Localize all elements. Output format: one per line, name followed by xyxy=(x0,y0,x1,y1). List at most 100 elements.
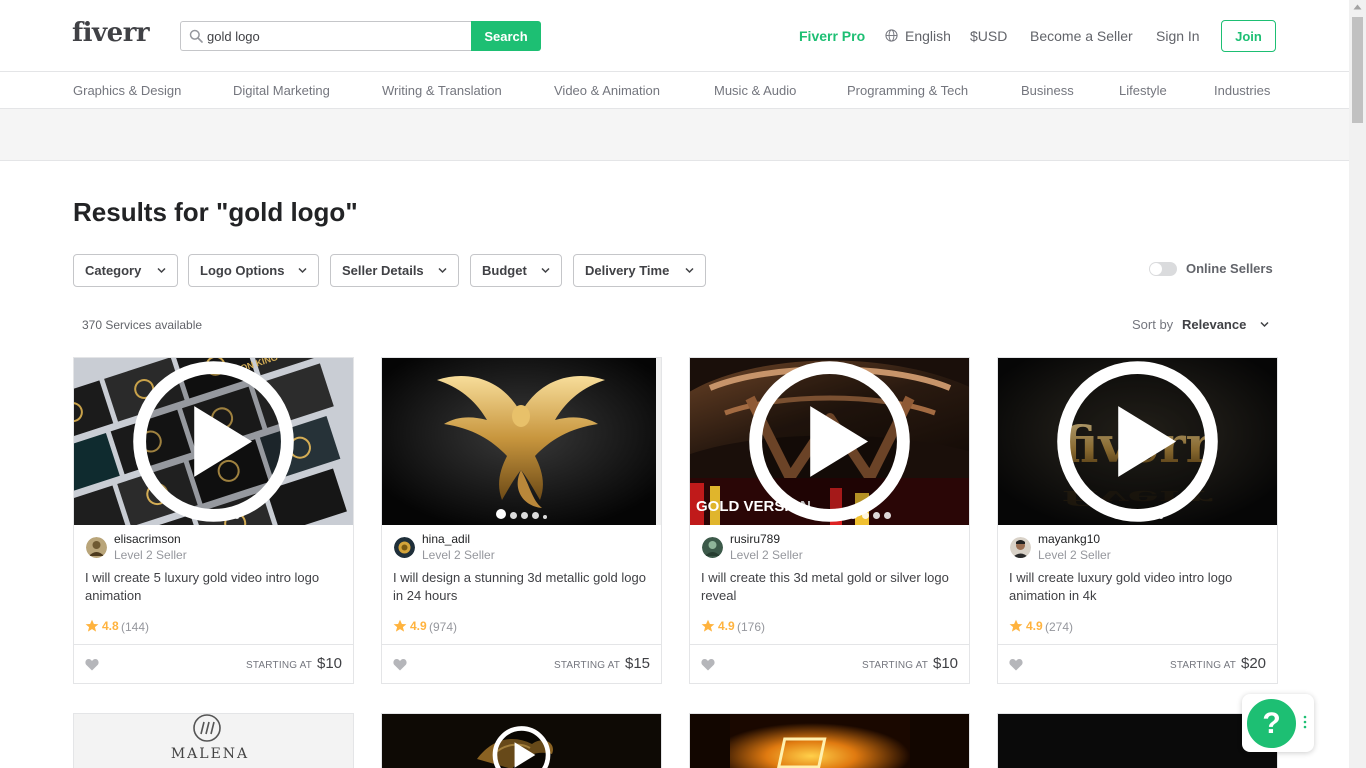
gig-card[interactable]: GOLD VERSION rusiru789 Level 2 Seller I … xyxy=(689,357,970,684)
price: $10 xyxy=(933,655,959,672)
category-lifestyle[interactable]: Lifestyle xyxy=(1119,83,1167,98)
fiverr-search-page: fiverr Search Fiverr Pro English $USD Be… xyxy=(0,0,1366,768)
carousel-dots[interactable] xyxy=(998,506,1277,519)
services-count: 370 Services available xyxy=(82,318,203,332)
play-icon[interactable] xyxy=(998,358,1277,525)
globe-icon xyxy=(885,29,898,42)
carousel-dots[interactable] xyxy=(730,506,969,519)
star-icon xyxy=(85,619,99,632)
filter-category[interactable]: Category xyxy=(73,254,178,287)
category-business[interactable]: Business xyxy=(1021,83,1074,98)
toggle-knob xyxy=(1150,263,1162,275)
filter-logo-options[interactable]: Logo Options xyxy=(188,254,319,287)
filter-label: Seller Details xyxy=(342,263,424,278)
join-button[interactable]: Join xyxy=(1221,20,1276,52)
category-writing-translation[interactable]: Writing & Translation xyxy=(382,83,502,98)
review-count: (274) xyxy=(1045,620,1074,634)
category-industries[interactable]: Industries xyxy=(1214,83,1270,98)
seller-name[interactable]: rusiru789 xyxy=(730,532,780,546)
heart-icon[interactable] xyxy=(1009,658,1023,671)
star-icon xyxy=(393,619,407,632)
gig-card[interactable] xyxy=(381,713,662,768)
search-input[interactable] xyxy=(207,22,469,50)
more-options-icon[interactable] xyxy=(1303,714,1307,730)
seller-avatar[interactable] xyxy=(1010,537,1031,558)
seller-avatar[interactable] xyxy=(702,537,723,558)
gig-card[interactable] xyxy=(689,713,970,768)
sign-in-link[interactable]: Sign In xyxy=(1156,28,1200,44)
search-button[interactable]: Search xyxy=(471,21,541,51)
heart-icon[interactable] xyxy=(701,658,715,671)
filter-label: Category xyxy=(85,263,142,278)
filter-label: Logo Options xyxy=(200,263,285,278)
gig-card[interactable]: fiverr fiverr mayankg10 Level 2 Seller I… xyxy=(997,357,1278,684)
play-icon[interactable] xyxy=(382,725,661,768)
seller-name[interactable]: elisacrimson xyxy=(114,532,181,546)
gig-title[interactable]: I will create luxury gold video intro lo… xyxy=(1009,569,1267,605)
seller-avatar[interactable] xyxy=(86,537,107,558)
gig-card[interactable] xyxy=(997,713,1278,768)
starting-at-label: STARTING AT xyxy=(554,660,621,671)
category-digital-marketing[interactable]: Digital Marketing xyxy=(233,83,330,98)
thumb-text: MALENA xyxy=(171,746,249,762)
seller-avatar[interactable] xyxy=(394,537,415,558)
seller-name[interactable]: hina_adil xyxy=(422,532,470,546)
gig-thumbnail[interactable]: fiverr fiverr xyxy=(998,358,1277,525)
card-divider xyxy=(382,644,661,645)
become-seller-link[interactable]: Become a Seller xyxy=(1030,28,1133,44)
filter-delivery-time[interactable]: Delivery Time xyxy=(573,254,706,287)
filter-seller-details[interactable]: Seller Details xyxy=(330,254,459,287)
rating-value: 4.9 xyxy=(718,619,735,633)
category-video-animation[interactable]: Video & Animation xyxy=(554,83,660,98)
carousel-dots[interactable] xyxy=(382,506,661,519)
phoenix-logo-image xyxy=(382,358,661,525)
category-music-audio[interactable]: Music & Audio xyxy=(714,83,796,98)
filter-budget[interactable]: Budget xyxy=(470,254,562,287)
sort-dropdown[interactable]: Relevance xyxy=(1182,317,1246,332)
help-button[interactable]: ? xyxy=(1244,696,1299,751)
gig-title[interactable]: I will create 5 luxury gold video intro … xyxy=(85,569,343,605)
review-count: (974) xyxy=(429,620,458,634)
search-icon xyxy=(189,29,203,43)
gig-card[interactable]: LION KING elisacrimson Level 2 Seller I … xyxy=(73,357,354,684)
fiverr-pro-link[interactable]: Fiverr Pro xyxy=(799,28,865,44)
card-divider xyxy=(690,644,969,645)
seller-name[interactable]: mayankg10 xyxy=(1038,532,1100,546)
starting-at-label: STARTING AT xyxy=(246,660,313,671)
rating-value: 4.9 xyxy=(410,619,427,633)
results-title: Results for "gold logo" xyxy=(73,197,358,227)
heart-icon[interactable] xyxy=(393,658,407,671)
chevron-down-icon xyxy=(157,267,166,274)
gig-card[interactable]: MALENA xyxy=(73,713,354,768)
scrollbar-thumb[interactable] xyxy=(1352,17,1363,123)
starting-at-label: STARTING AT xyxy=(1170,660,1237,671)
chevron-down-icon xyxy=(541,267,550,274)
category-menu: Graphics & Design Digital Marketing Writ… xyxy=(0,72,1349,109)
scroll-up-arrow-icon[interactable] xyxy=(1353,4,1362,10)
gig-thumbnail[interactable]: GOLD VERSION xyxy=(690,358,969,525)
gig-card[interactable]: hina_adil Level 2 Seller I will design a… xyxy=(381,357,662,684)
heart-icon[interactable] xyxy=(85,658,99,671)
seller-level: Level 2 Seller xyxy=(730,548,803,562)
review-count: (176) xyxy=(737,620,766,634)
play-icon[interactable] xyxy=(690,358,969,525)
online-sellers-label: Online Sellers xyxy=(1186,261,1273,276)
gig-thumbnail[interactable] xyxy=(382,358,661,525)
chevron-down-icon[interactable] xyxy=(1260,321,1269,328)
category-graphics-design[interactable]: Graphics & Design xyxy=(73,83,181,98)
category-programming-tech[interactable]: Programming & Tech xyxy=(847,83,968,98)
card-divider xyxy=(998,644,1277,645)
price: $10 xyxy=(317,655,343,672)
online-sellers-toggle[interactable] xyxy=(1149,262,1177,276)
carousel-dots[interactable] xyxy=(74,506,353,519)
fiverr-logo[interactable]: fiverr xyxy=(72,18,150,48)
currency-selector[interactable]: $USD xyxy=(970,28,1007,44)
play-icon[interactable] xyxy=(74,358,353,525)
price: $15 xyxy=(625,655,651,672)
gig-title[interactable]: I will design a stunning 3d metallic gol… xyxy=(393,569,651,605)
sort-label: Sort by xyxy=(1132,317,1174,332)
gig-title[interactable]: I will create this 3d metal gold or silv… xyxy=(701,569,959,605)
language-selector[interactable]: English xyxy=(905,28,951,44)
star-icon xyxy=(701,619,715,632)
gig-thumbnail[interactable]: LION KING xyxy=(74,358,353,525)
